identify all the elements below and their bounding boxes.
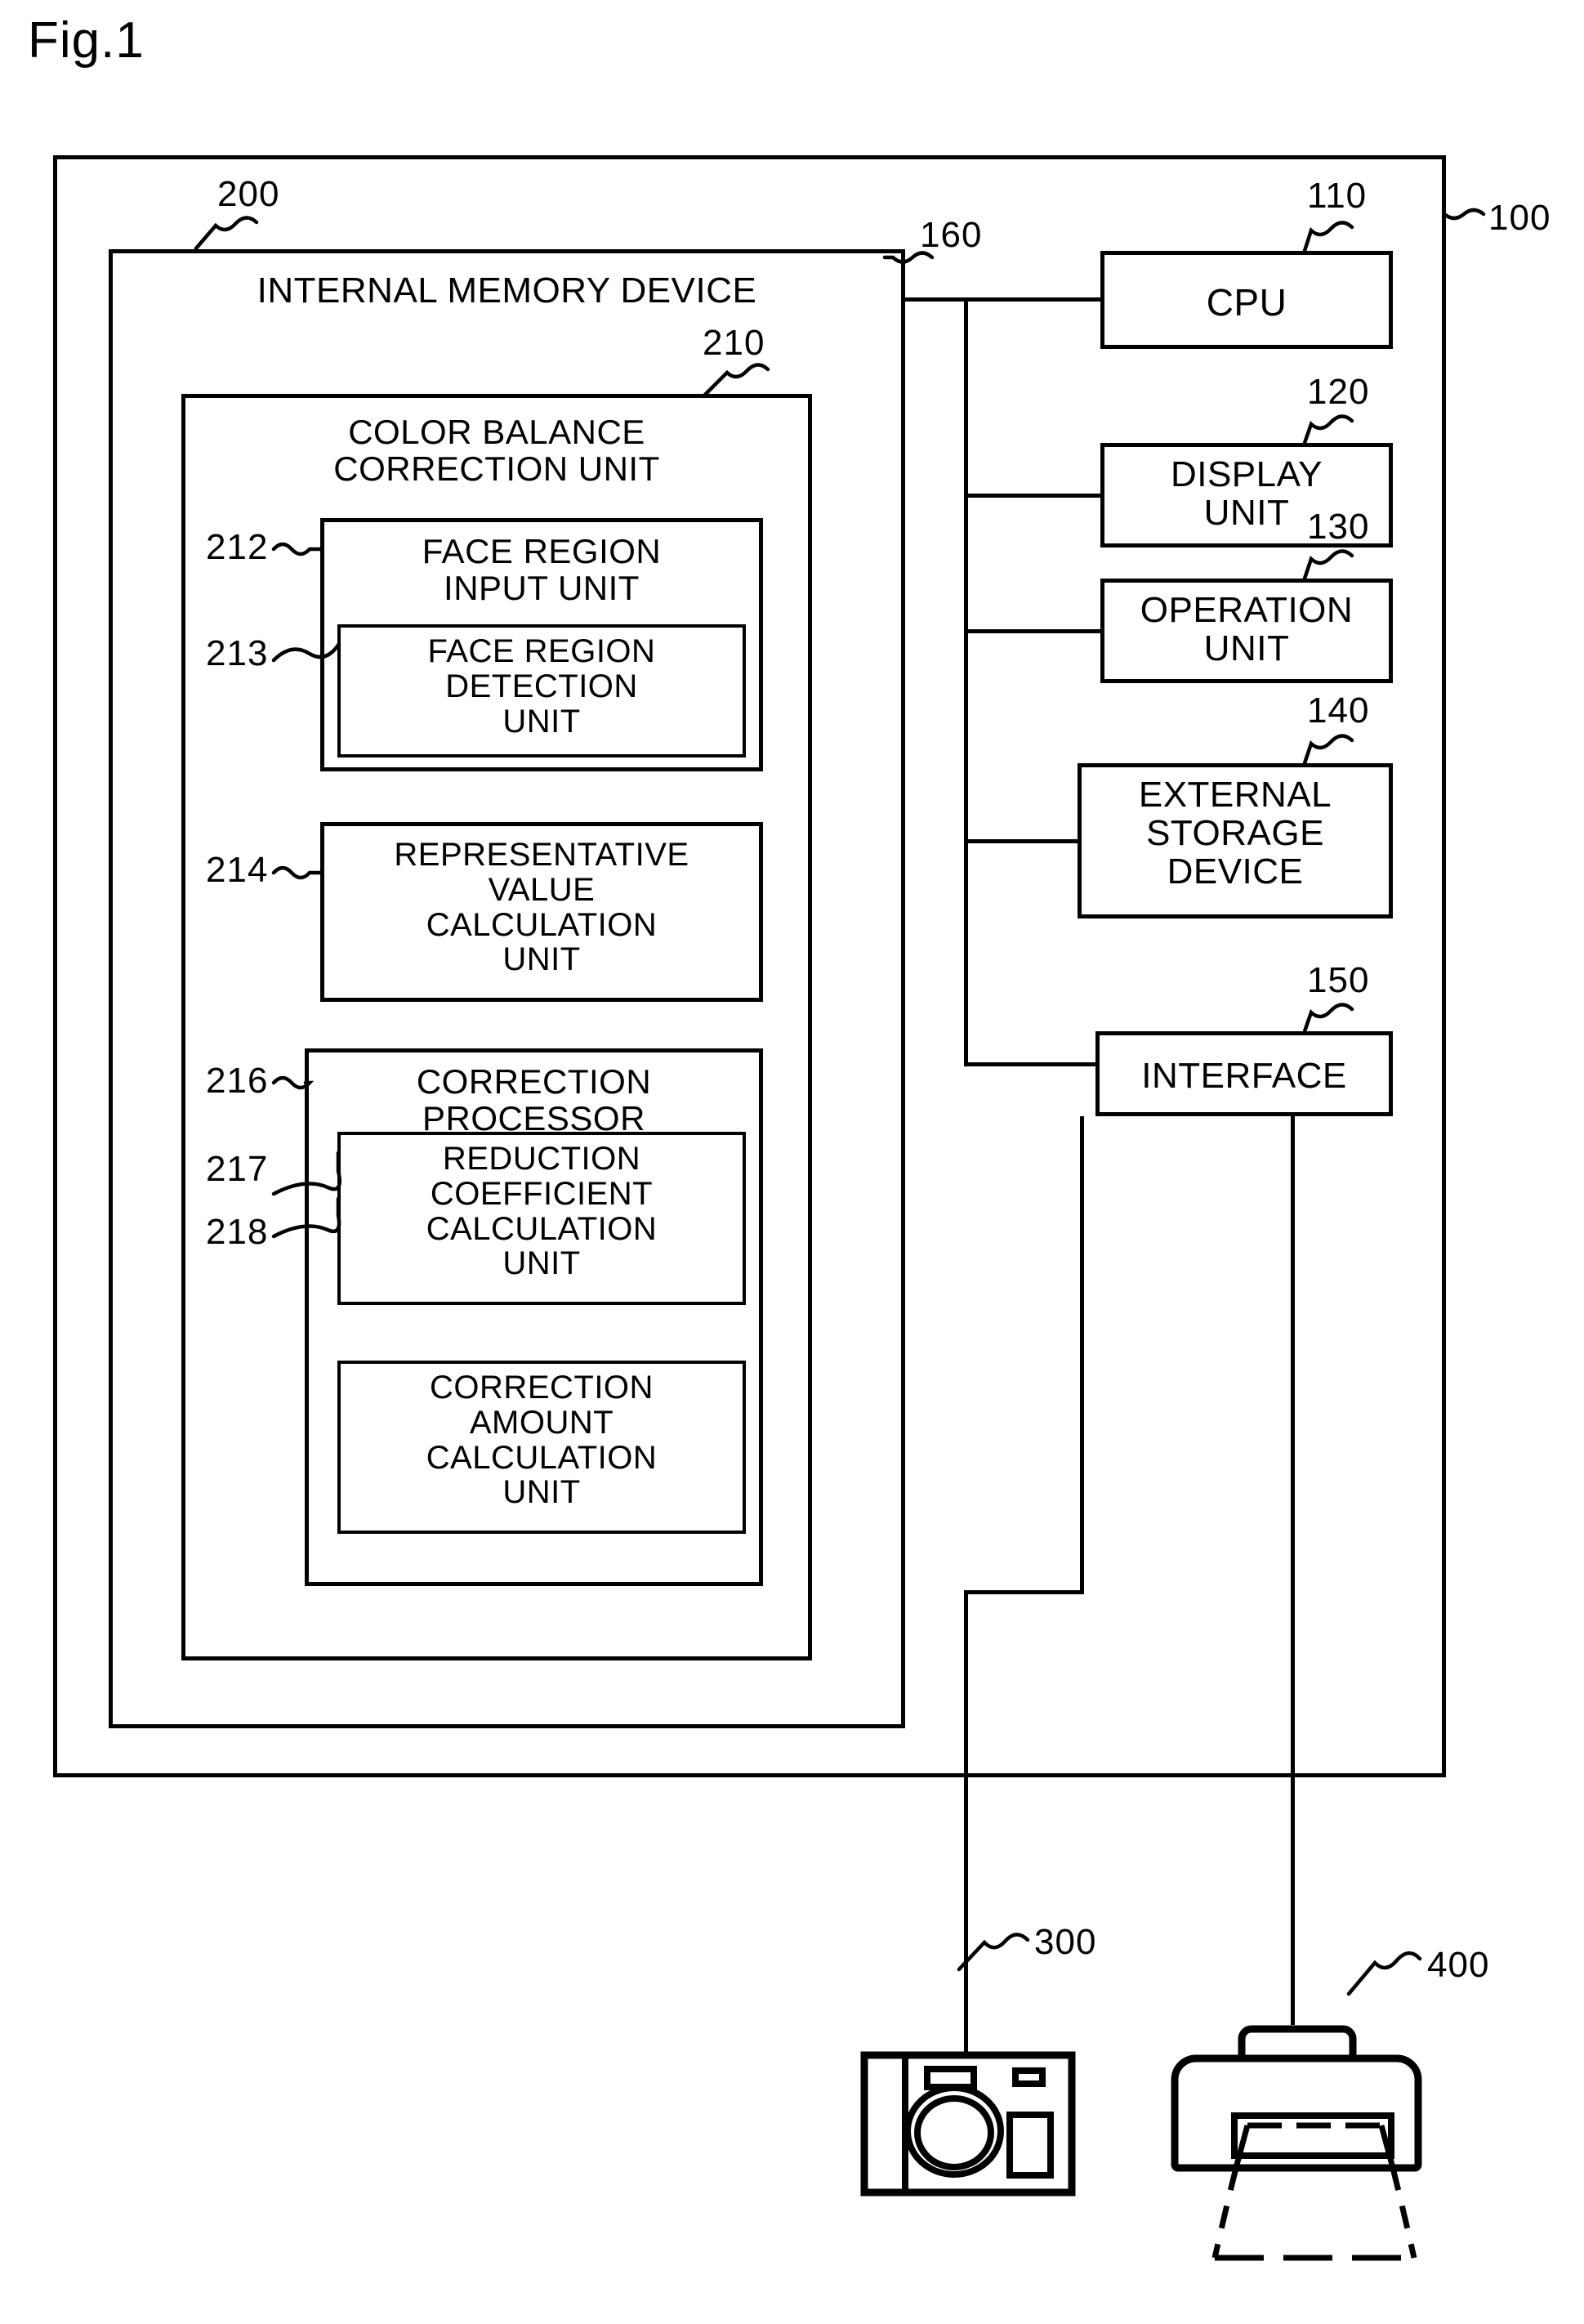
operation-unit-block-130: OPERATION UNIT [1100, 579, 1393, 683]
correction-amount-calculation-unit-label: CORRECTION AMOUNT CALCULATION UNIT [426, 1370, 658, 1511]
figure-title: Fig.1 [28, 12, 145, 69]
refnum-210: 210 [703, 323, 765, 363]
refnum-200: 200 [217, 174, 280, 214]
bus-segment-memory-to-cpu [903, 297, 1102, 302]
bus-spine [964, 297, 968, 1066]
bus-stub-operation-unit [964, 629, 1103, 633]
refnum-110: 110 [1307, 176, 1368, 216]
refnum-300: 300 [1034, 1922, 1097, 1962]
leader-line-300 [957, 1933, 1030, 1972]
leader-line-400 [1346, 1951, 1422, 1996]
leader-line-100 [1442, 208, 1486, 221]
bus-stub-external-storage [964, 839, 1080, 843]
internal-memory-device-label: INTERNAL MEMORY DEVICE [257, 270, 757, 311]
interface-block-150: INTERFACE [1095, 1031, 1393, 1116]
digital-camera-icon [860, 2051, 1076, 2197]
cpu-block-110: CPU [1100, 251, 1393, 349]
color-balance-correction-unit-label: COLOR BALANCE CORRECTION UNIT [333, 413, 660, 488]
cpu-label: CPU [1206, 281, 1287, 324]
face-region-detection-unit-213: FACE REGION DETECTION UNIT [337, 624, 746, 758]
refnum-130: 130 [1307, 507, 1370, 547]
refnum-400: 400 [1427, 1945, 1490, 1985]
operation-unit-label: OPERATION UNIT [1140, 590, 1354, 669]
refnum-216: 216 [206, 1061, 269, 1101]
bus-stub-display-unit [964, 494, 1103, 498]
refnum-160: 160 [920, 215, 983, 255]
reduction-coefficient-calculation-unit-217: REDUCTION COEFFICIENT CALCULATION UNIT [337, 1132, 746, 1305]
bus-stub-interface [964, 1062, 1098, 1066]
refnum-212: 212 [206, 527, 269, 567]
refnum-218: 218 [206, 1212, 269, 1252]
external-storage-device-block-140: EXTERNAL STORAGE DEVICE [1078, 763, 1393, 918]
interface-to-camera-cable-vertical-upper [1080, 1116, 1084, 1594]
interface-to-camera-cable-vertical-lower [964, 1590, 968, 2056]
correction-processor-label: CORRECTION PROCESSOR [416, 1062, 652, 1137]
face-region-detection-unit-label: FACE REGION DETECTION UNIT [427, 633, 656, 740]
interface-label: INTERFACE [1141, 1056, 1347, 1096]
refnum-213: 213 [206, 633, 269, 673]
representative-value-calculation-unit-214: REPRESENTATIVE VALUE CALCULATION UNIT [320, 822, 763, 1002]
interface-to-printer-cable [1291, 1116, 1295, 2025]
refnum-100: 100 [1488, 198, 1551, 238]
face-region-input-unit-label: FACE REGION INPUT UNIT [422, 532, 662, 607]
representative-value-calculation-unit-label: REPRESENTATIVE VALUE CALCULATION UNIT [394, 837, 689, 978]
refnum-140: 140 [1307, 690, 1370, 731]
refnum-150: 150 [1307, 960, 1370, 1000]
external-storage-device-label: EXTERNAL STORAGE DEVICE [1138, 775, 1332, 892]
correction-amount-calculation-unit-218: CORRECTION AMOUNT CALCULATION UNIT [337, 1361, 746, 1534]
refnum-217: 217 [206, 1149, 269, 1189]
refnum-214: 214 [206, 850, 269, 890]
refnum-120: 120 [1307, 372, 1370, 412]
reduction-coefficient-calculation-unit-label: REDUCTION COEFFICIENT CALCULATION UNIT [426, 1141, 658, 1282]
figure-canvas: Fig.1 INTERNAL MEMORY DEVICE COLOR BALAN… [0, 0, 1584, 2324]
printer-icon [1171, 2025, 1422, 2261]
interface-to-camera-cable-horizontal [964, 1590, 1084, 1594]
